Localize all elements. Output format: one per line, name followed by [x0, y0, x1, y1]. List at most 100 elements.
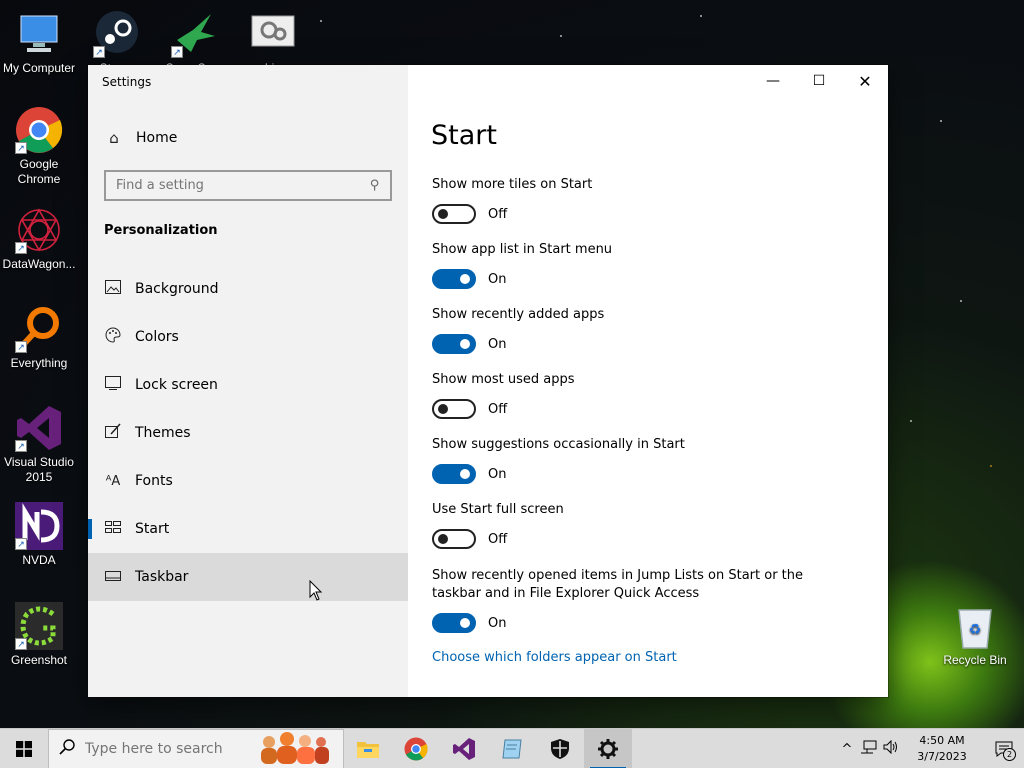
toggle-full-screen[interactable]: [432, 529, 476, 549]
minimize-button[interactable]: —: [750, 65, 796, 97]
lock-screen-icon: [104, 376, 122, 394]
people-illustration-icon: [255, 730, 335, 768]
setting-suggestions: Show suggestions occasionally in Start O…: [432, 436, 862, 484]
choose-folders-link[interactable]: Choose which folders appear on Start: [432, 650, 677, 665]
desktop-icon-label: Google Chrome: [17, 157, 61, 186]
desktop-icon-recycle-bin[interactable]: ♻ Recycle Bin: [936, 602, 1014, 668]
visual-studio-icon: [453, 737, 475, 760]
sidebar-item-start[interactable]: Start: [88, 505, 408, 553]
toggle-knob: [438, 534, 448, 544]
taskbar-search-box[interactable]: [48, 728, 344, 768]
windows-logo-icon: [16, 740, 32, 757]
volume-icon[interactable]: [880, 739, 902, 758]
toggle-more-tiles[interactable]: [432, 204, 476, 224]
sidebar-item-background[interactable]: Background: [88, 265, 408, 313]
hummingbird-icon: ↗: [171, 10, 219, 58]
desktop-icon-label: Visual Studio 2015: [4, 455, 74, 484]
toggle-suggestions[interactable]: [432, 464, 476, 484]
setting-recently-added: Show recently added apps On: [432, 306, 862, 354]
steam-icon: ↗: [93, 10, 141, 58]
desktop-icon-datawagon[interactable]: ↗ DataWagon...: [0, 206, 78, 272]
clock[interactable]: 4:50 AM 3/7/2023: [908, 733, 976, 765]
desktop-icon-chrome[interactable]: ↗ Google Chrome: [0, 106, 78, 187]
desktop-icon-nvda[interactable]: ↗ NVDA: [0, 502, 78, 568]
settings-sidebar: Settings ⌂ Home ⚲ Personalization Backgr…: [88, 65, 408, 697]
action-center-button[interactable]: 2: [984, 729, 1024, 768]
settings-window: Settings ⌂ Home ⚲ Personalization Backgr…: [88, 65, 888, 697]
gear-icon: [598, 738, 618, 759]
themes-icon: [104, 423, 122, 443]
star: [940, 120, 942, 122]
settings-search-box[interactable]: ⚲: [104, 170, 392, 201]
section-heading: Personalization: [104, 223, 218, 238]
toggle-most-used[interactable]: [432, 399, 476, 419]
toggle-knob: [460, 618, 470, 628]
sidebar-item-colors[interactable]: Colors: [88, 313, 408, 361]
recycle-bin-icon: ♻: [951, 602, 999, 650]
desktop-icon-label: Everything: [10, 356, 68, 370]
home-icon: ⌂: [109, 129, 119, 147]
desktop-icon-greenshot[interactable]: ↗ Greenshot: [0, 602, 78, 668]
toggle-state: On: [488, 271, 507, 287]
star: [320, 20, 322, 22]
taskbar-notepad[interactable]: [488, 729, 536, 768]
setting-app-list: Show app list in Start menu On: [432, 241, 862, 289]
setting-jump-lists: Show recently opened items in Jump Lists…: [432, 567, 842, 633]
sidebar-item-lock-screen[interactable]: Lock screen: [88, 361, 408, 409]
desktop-icon-visual-studio[interactable]: ↗ Visual Studio 2015: [0, 404, 78, 485]
setting-more-tiles: Show more tiles on Start Off: [432, 176, 862, 224]
notification-count-badge: 2: [1003, 748, 1016, 761]
taskbar-security[interactable]: [536, 729, 584, 768]
toggle-knob: [438, 404, 448, 414]
toggle-state: Off: [488, 206, 508, 222]
shield-icon: [551, 738, 569, 759]
shortcut-arrow-icon: ↗: [15, 341, 27, 353]
network-icon[interactable]: [858, 740, 880, 758]
taskbar-settings[interactable]: [584, 728, 632, 768]
taskbar-search-input[interactable]: [85, 740, 235, 757]
taskbar-icon: [104, 569, 122, 585]
shortcut-arrow-icon: ↗: [15, 638, 27, 650]
setting-label: Show more tiles on Start: [432, 177, 593, 192]
sidebar-item-fonts[interactable]: ᴬA Fonts: [88, 457, 408, 505]
toggle-state: Off: [488, 401, 508, 417]
nav-home[interactable]: ⌂ Home: [88, 120, 408, 156]
star: [910, 420, 912, 422]
close-button[interactable]: ✕: [842, 65, 888, 97]
star: [560, 35, 562, 37]
desktop-icon-label: Greenshot: [10, 653, 68, 667]
maximize-button[interactable]: ☐: [796, 65, 842, 97]
desktop-icon-my-computer[interactable]: My Computer: [0, 10, 78, 76]
toggle-recently-added[interactable]: [432, 334, 476, 354]
toggle-jump-lists[interactable]: [432, 613, 476, 633]
taskbar: ^ 4:50 AM 3/7/2023 2: [0, 728, 1024, 768]
settings-content: — ☐ ✕ Start Show more tiles on Start Off…: [408, 65, 888, 697]
shortcut-arrow-icon: ↗: [15, 142, 27, 154]
setting-label: Use Start full screen: [432, 502, 564, 517]
settings-search-input[interactable]: [116, 178, 346, 193]
toggle-app-list[interactable]: [432, 269, 476, 289]
greenshot-icon: ↗: [15, 602, 63, 650]
start-button[interactable]: [0, 729, 48, 768]
toggle-state: On: [488, 466, 507, 482]
search-icon: ⚲: [370, 178, 380, 193]
palette-icon: [104, 327, 122, 347]
folder-icon: [357, 741, 379, 758]
shortcut-arrow-icon: ↗: [15, 538, 27, 550]
sidebar-item-themes[interactable]: Themes: [88, 409, 408, 457]
taskbar-chrome[interactable]: [392, 729, 440, 768]
chevron-up-icon[interactable]: ^: [836, 742, 858, 757]
taskbar-visual-studio[interactable]: [440, 729, 488, 768]
desktop-icon-label: My Computer: [2, 61, 76, 75]
setting-label: Show recently added apps: [432, 307, 605, 322]
sidebar-item-label: Background: [135, 281, 219, 297]
image-icon: [104, 280, 122, 298]
desktop-icon-everything[interactable]: ↗ Everything: [0, 305, 78, 371]
taskbar-file-explorer[interactable]: [344, 729, 392, 768]
sidebar-item-taskbar[interactable]: Taskbar: [88, 553, 408, 601]
magnifier-icon: ↗: [15, 305, 63, 353]
sidebar-item-label: Fonts: [135, 473, 173, 489]
shortcut-arrow-icon: ↗: [93, 46, 105, 58]
toggle-state: On: [488, 615, 507, 631]
fonts-icon: ᴬA: [105, 473, 121, 489]
